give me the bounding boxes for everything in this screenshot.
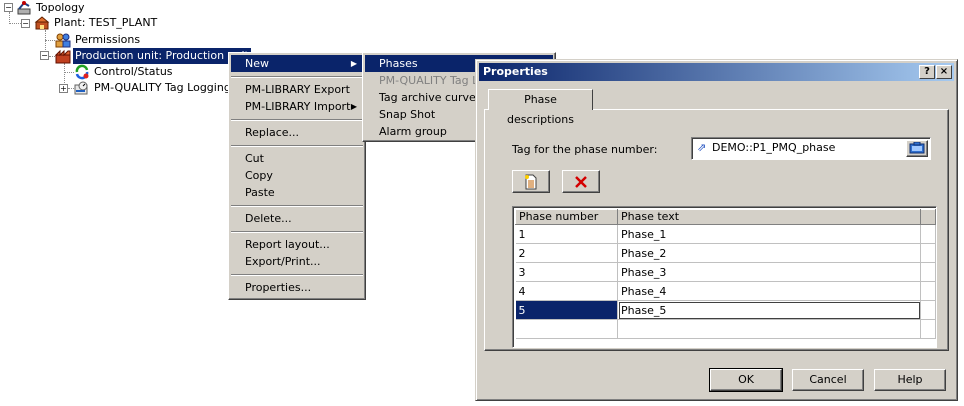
menu-item-cut[interactable]: Cut xyxy=(231,150,363,167)
menu-separator xyxy=(231,231,363,233)
tag-link-icon: ⇗ xyxy=(697,141,707,154)
collapse-toggle[interactable]: − xyxy=(21,19,30,28)
table-row[interactable]: 4 Phase_4 xyxy=(515,281,936,301)
phase-text-edit-cell[interactable]: Phase_5 xyxy=(617,300,921,320)
tree-line xyxy=(45,40,55,41)
menu-separator xyxy=(231,274,363,276)
tree-line xyxy=(64,72,74,73)
menu-item-delete[interactable]: Delete... xyxy=(231,210,363,227)
cancel-button[interactable]: Cancel xyxy=(792,369,864,391)
column-header-filler xyxy=(920,209,936,225)
tree-item-plant[interactable]: Plant: TEST_PLANT xyxy=(52,15,159,31)
topology-icon xyxy=(17,1,31,15)
column-header-phase-number[interactable]: Phase number xyxy=(515,209,618,225)
phase-text-cell[interactable]: Phase_2 xyxy=(617,243,921,263)
context-menu: New ▶ PM-LIBRARY Export PM-LIBRARY Impor… xyxy=(228,52,366,300)
empty-cell xyxy=(617,319,921,339)
collapse-toggle[interactable]: − xyxy=(40,51,49,60)
menu-item-new-label: New xyxy=(245,57,269,70)
menu-item-report-layout[interactable]: Report layout... xyxy=(231,236,363,253)
table-row[interactable]: 3 Phase_3 xyxy=(515,262,936,282)
dialog-title: Properties xyxy=(483,65,548,78)
table-row[interactable]: 1 Phase_1 xyxy=(515,224,936,244)
tag-value: DEMO::P1_PMQ_phase xyxy=(712,141,836,154)
menu-item-export-print[interactable]: Export/Print... xyxy=(231,253,363,270)
menu-item-pm-library-import[interactable]: PM-LIBRARY Import ▶ xyxy=(231,98,363,115)
column-header-phase-text[interactable]: Phase text xyxy=(617,209,921,225)
expand-toggle[interactable]: + xyxy=(59,84,68,93)
tag-logging-icon xyxy=(74,81,88,95)
menu-item-properties[interactable]: Properties... xyxy=(231,279,363,296)
filler-cell xyxy=(920,300,936,320)
tree-item-topology[interactable]: Topology xyxy=(34,0,87,16)
new-row-button[interactable] xyxy=(512,170,550,193)
empty-cell xyxy=(920,319,936,339)
filler-cell xyxy=(920,243,936,263)
menu-item-pm-library-import-label: PM-LIBRARY Import xyxy=(245,100,351,113)
menu-item-replace[interactable]: Replace... xyxy=(231,124,363,141)
empty-row xyxy=(515,319,936,339)
tree-item-control-status[interactable]: Control/Status xyxy=(92,64,175,80)
submenu-arrow-icon: ▶ xyxy=(350,59,357,68)
tag-browse-button[interactable] xyxy=(906,140,928,157)
menu-item-pm-library-export[interactable]: PM-LIBRARY Export xyxy=(231,81,363,98)
filler-cell xyxy=(920,281,936,301)
table-row-selected[interactable]: 5 Phase_5 xyxy=(515,300,936,320)
collapse-toggle[interactable]: − xyxy=(4,3,13,12)
phase-number-cell[interactable]: 5 xyxy=(515,300,618,320)
dialog-titlebar[interactable]: Properties ? × xyxy=(479,63,954,81)
permissions-icon xyxy=(55,33,71,48)
phase-text-cell[interactable]: Phase_1 xyxy=(617,224,921,244)
menu-separator xyxy=(231,145,363,147)
delete-row-button[interactable] xyxy=(562,170,600,193)
ok-button[interactable]: OK xyxy=(709,368,783,392)
tab-phase-descriptions[interactable]: Phase descriptions xyxy=(488,89,593,126)
submenu-arrow-icon: ▶ xyxy=(350,102,357,111)
menu-separator xyxy=(231,119,363,121)
menu-separator xyxy=(231,205,363,207)
tag-label: Tag for the phase number: xyxy=(512,143,658,156)
empty-cell xyxy=(515,319,618,339)
help-caption-button[interactable]: ? xyxy=(919,65,935,79)
close-button[interactable]: × xyxy=(936,65,952,79)
production-unit-icon xyxy=(55,49,71,64)
menu-item-new[interactable]: New ▶ xyxy=(231,55,363,72)
filler-cell xyxy=(920,262,936,282)
delete-x-icon xyxy=(575,176,587,188)
phase-number-cell[interactable]: 3 xyxy=(515,262,618,282)
tab-panel: Tag for the phase number: ⇗ DEMO::P1_PMQ… xyxy=(484,109,949,351)
properties-dialog: Properties ? × Phase descriptions Tag fo… xyxy=(475,59,958,401)
filler-cell xyxy=(920,224,936,244)
new-document-icon xyxy=(525,174,537,190)
tag-field[interactable]: ⇗ DEMO::P1_PMQ_phase xyxy=(691,137,931,160)
phase-number-cell[interactable]: 4 xyxy=(515,281,618,301)
phase-number-cell[interactable]: 2 xyxy=(515,243,618,263)
phase-text-cell[interactable]: Phase_3 xyxy=(617,262,921,282)
tag-browse-icon xyxy=(909,141,925,154)
phase-table[interactable]: Phase number Phase text 1 Phase_1 2 Phas… xyxy=(512,206,937,348)
phase-text-cell[interactable]: Phase_4 xyxy=(617,281,921,301)
menu-item-paste[interactable]: Paste xyxy=(231,184,363,201)
help-button[interactable]: Help xyxy=(874,369,946,391)
tree-line xyxy=(9,23,21,24)
control-status-icon xyxy=(75,64,89,80)
phase-number-cell[interactable]: 1 xyxy=(515,224,618,244)
tree-item-production-unit[interactable]: Production unit: Production unit xyxy=(73,48,251,64)
tree-item-permissions[interactable]: Permissions xyxy=(73,32,142,48)
plant-icon xyxy=(34,16,50,30)
menu-separator xyxy=(231,76,363,78)
table-row[interactable]: 2 Phase_2 xyxy=(515,243,936,263)
menu-item-copy[interactable]: Copy xyxy=(231,167,363,184)
tree-item-pmq-tag-logging[interactable]: PM-QUALITY Tag Logging xyxy=(92,80,233,96)
